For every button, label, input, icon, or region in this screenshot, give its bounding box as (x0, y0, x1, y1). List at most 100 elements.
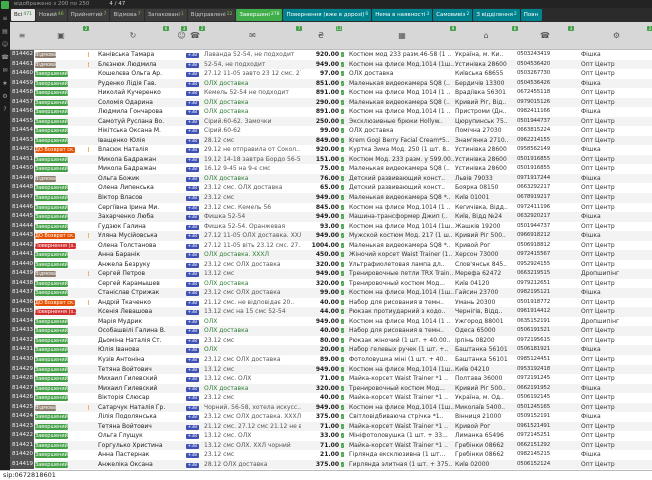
customer-name[interactable]: Олена Липенська (98, 183, 168, 193)
phone-number[interactable]: 0504536426 (517, 79, 573, 89)
phone-number[interactable]: 0503243419 (517, 50, 573, 60)
customer-name[interactable]: Сергіївна Ірина Ми. (98, 203, 168, 213)
customer-name[interactable]: Кузів Антоніна (98, 355, 168, 365)
table-row[interactable]: 814459 Завершений Руденко Лідія Гав. +38… (10, 79, 652, 89)
customer-name[interactable]: Захарченко Люба (98, 212, 168, 222)
tab-5[interactable]: Відправлені12 (188, 9, 236, 21)
tab-8[interactable]: Нема в наявності3 (372, 9, 432, 21)
source-settings-icon[interactable]: ⚙ (613, 31, 620, 40)
delivery-icon[interactable]: ⌂ (483, 31, 488, 40)
table-row[interactable]: 814461 Відмова Блєзнюк Людмила +38 52-54… (10, 60, 652, 70)
phone-number[interactable]: 0501944737 (517, 222, 573, 232)
tab-10[interactable]: З відділення2 (473, 9, 519, 21)
status-badge[interactable]: Відмова (35, 52, 56, 58)
phone-number[interactable]: 0501918772 (517, 298, 573, 308)
table-row[interactable]: 814432 Завершений Дьоміна Наталія Ст. +3… (10, 336, 652, 346)
status-badge[interactable]: Завершений (35, 90, 68, 96)
phone-number[interactable]: 0962214155 (517, 136, 573, 146)
status-badge[interactable]: Завершений (35, 157, 68, 163)
tab-0[interactable]: Всі471 (11, 9, 35, 21)
phone-number[interactable]: 0985124451 (517, 355, 573, 365)
phone-number[interactable]: 0979212651 (517, 279, 573, 289)
customer-name[interactable]: Ксенія Левашова (98, 307, 168, 317)
status-filter-icon[interactable]: ▣ (57, 31, 65, 40)
customer-name[interactable]: Микола Бадражан (98, 155, 168, 165)
status-badge[interactable]: Завершений (35, 443, 68, 449)
payments-icon[interactable]: ₴ (318, 31, 324, 40)
status-badge[interactable]: ДО Возврат ск. (35, 300, 75, 306)
table-row[interactable]: 814450 Завершений Микола Бадражан +38 16… (10, 164, 652, 174)
table-row[interactable]: 814423 Завершений Тетяна Войтович +38 21… (10, 422, 652, 432)
phone-number[interactable]: 0501916855 (517, 164, 573, 174)
phone-number[interactable]: 0972145251 (517, 431, 573, 441)
customer-name[interactable]: Михаил Гилевский (98, 374, 168, 384)
status-badge[interactable]: Завершений (35, 452, 68, 458)
phone-number[interactable]: 0501916855 (517, 155, 573, 165)
help-icon[interactable]: ? (3, 107, 6, 113)
products-icon[interactable]: ▦ (398, 31, 406, 40)
customer-name[interactable]: Вікторія Слюсар (98, 393, 168, 403)
phone-number[interactable]: 0506152124 (517, 460, 573, 470)
table-row[interactable]: 814447 Завершений Віктор Власов +38 23.1… (10, 193, 652, 203)
table-row[interactable]: 814420 Завершений Анна Пастернак +38 23.… (10, 450, 652, 460)
customer-name[interactable]: Горгулько Христина (98, 441, 168, 451)
status-badge[interactable]: Завершений (35, 71, 68, 77)
status-badge[interactable]: Завершений (35, 357, 68, 363)
phone-number[interactable]: 0982411166 (517, 107, 573, 117)
table-row[interactable]: 814442 Повернення (з.. Олена Толстанова … (10, 241, 652, 251)
table-row[interactable]: 814419 Завершений Анжеліка Оксана +38 28… (10, 460, 652, 470)
table-row[interactable]: 814460 Завершений Кошелєва Ольга Ар. +38… (10, 69, 652, 79)
table-row[interactable]: 814428 Завершений Михаил Гилевский +38 1… (10, 374, 652, 384)
customer-name[interactable]: Особашвілі Галина В. (98, 326, 168, 336)
customer-name[interactable]: Блєзнюк Людмила (98, 60, 168, 70)
status-badge[interactable]: Завершений (35, 138, 68, 144)
customer-name[interactable]: Тетяна Войтович (98, 422, 168, 432)
customer-name[interactable]: Уляна Мусійовська (98, 231, 168, 241)
orders-icon[interactable]: ▤ (2, 29, 8, 35)
customer-name[interactable]: Андрій Ткаченко (98, 298, 168, 308)
phone-number[interactable]: 0506191521 (517, 326, 573, 336)
phone-number[interactable]: 0632920217 (517, 212, 573, 222)
phone-number[interactable]: 0663815224 (517, 126, 573, 136)
phone-number[interactable]: 0501245165 (517, 403, 573, 413)
phone-number[interactable]: 0972191245 (517, 374, 573, 384)
tab-11[interactable]: Повн (521, 9, 542, 21)
table-row[interactable]: 814456 Завершений Людмила Гончарова +38 … (10, 107, 652, 117)
table-row[interactable]: 814448 Завершений Олена Липенська +38 23… (10, 183, 652, 193)
customer-name[interactable]: Нікітська Оксана М. (98, 126, 168, 136)
phone-number[interactable]: 0972411196 (517, 203, 573, 213)
status-badge[interactable]: Повернення (з.. (35, 309, 76, 315)
tab-3[interactable]: Відмова7 (110, 9, 143, 21)
table-row[interactable]: 814454 Завершений Нікітська Оксана М. +3… (10, 126, 652, 136)
phone-number[interactable]: 0663292217 (517, 183, 573, 193)
customer-name[interactable]: Сергей Петров (98, 269, 168, 279)
customer-name[interactable]: Микола Бадражан (98, 164, 168, 174)
status-badge[interactable]: Завершений (35, 347, 68, 353)
phone-number[interactable]: 0662191952 (517, 384, 573, 394)
status-badge[interactable]: Завершений (35, 185, 68, 191)
phone-number[interactable]: 0635152191 (517, 317, 573, 327)
phone-number[interactable]: 0952924155 (517, 260, 573, 270)
phone-number[interactable]: 0509152191 (517, 412, 573, 422)
table-row[interactable]: 814429 Завершений Тетяна Войтович +38 13… (10, 365, 652, 375)
phone-number[interactable]: 0966918212 (517, 231, 573, 241)
status-badge[interactable]: Завершений (35, 205, 68, 211)
phone-number[interactable]: 0982195121 (517, 288, 573, 298)
status-badge[interactable]: ДО Возврат ск. (35, 233, 75, 239)
table-row[interactable]: 814426 Завершений Вікторія Слюсар +38 23… (10, 393, 652, 403)
status-badge[interactable]: Завершений (35, 319, 68, 325)
customer-name[interactable]: Анна Баранік (98, 250, 168, 260)
phone-number[interactable]: 0506192145 (517, 393, 573, 403)
table-row[interactable]: 814462 Відмова Канівська Тамара +38 Лава… (10, 50, 652, 60)
tab-9[interactable]: Самовивіз2 (433, 9, 472, 21)
phone-number[interactable]: 0979015126 (517, 98, 573, 108)
customer-name[interactable]: Николай Кучеренко (98, 88, 168, 98)
messages-icon[interactable]: ✉ (2, 68, 7, 74)
customer-name[interactable]: Самотуй Руслана Во. (98, 117, 168, 127)
customer-name[interactable]: Станіслав Стрижак (98, 288, 168, 298)
phone-number[interactable]: 0961914412 (517, 307, 573, 317)
customer-name[interactable]: Анжела Безруку (98, 260, 168, 270)
customer-name[interactable]: Ольга Божик (98, 174, 168, 184)
phone-number[interactable]: 0953192418 (517, 365, 573, 375)
status-badge[interactable]: Завершений (35, 109, 68, 115)
